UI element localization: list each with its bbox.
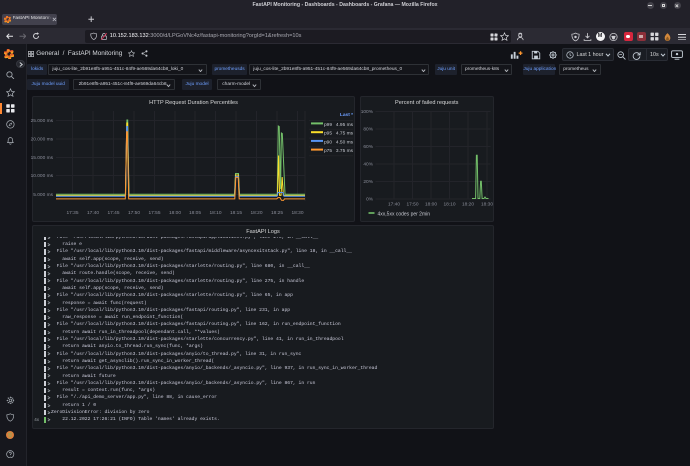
svg-text:60%: 60% [363,144,373,150]
svg-text:p75: p75 [324,148,332,154]
svg-text:15.000 ms: 15.000 ms [31,155,54,161]
svg-text:p95: p95 [324,131,332,137]
svg-text:Last *: Last * [340,112,353,118]
svg-text:3.75 ms: 3.75 ms [336,148,354,154]
svg-text:4.95 ms: 4.95 ms [336,122,354,128]
svg-text:4xx,5xx codes per 2min: 4xx,5xx codes per 2min [377,212,430,218]
svg-text:18:20: 18:20 [461,202,473,208]
svg-text:100%: 100% [361,109,374,115]
svg-text:4.75 ms: 4.75 ms [336,131,354,137]
svg-text:25.000 ms: 25.000 ms [31,118,54,124]
svg-text:17:40: 17:40 [87,210,99,216]
svg-text:18:10: 18:10 [443,202,455,208]
svg-text:17:40: 17:40 [387,202,399,208]
svg-text:18:15: 18:15 [230,210,242,216]
svg-text:17:55: 17:55 [148,210,160,216]
svg-text:5.000 ms: 5.000 ms [33,192,53,198]
svg-text:80%: 80% [363,127,373,133]
svg-text:18:25: 18:25 [271,210,283,216]
svg-text:18:10: 18:10 [209,210,221,216]
svg-text:20.000 ms: 20.000 ms [31,137,54,143]
svg-text:18:30: 18:30 [480,202,492,208]
svg-text:18:05: 18:05 [189,210,201,216]
svg-text:17:35: 17:35 [66,210,78,216]
svg-text:17:45: 17:45 [107,210,119,216]
svg-text:40%: 40% [363,162,373,168]
svg-text:p90: p90 [324,139,332,145]
svg-text:18:30: 18:30 [291,210,303,216]
svg-text:18:20: 18:20 [250,210,262,216]
svg-text:4.50 ms: 4.50 ms [336,139,354,145]
svg-text:p99: p99 [324,122,332,128]
svg-text:20%: 20% [363,179,373,185]
svg-text:10.000 ms: 10.000 ms [31,173,54,179]
svg-text:0%: 0% [366,197,374,203]
svg-text:17:50: 17:50 [406,202,418,208]
svg-text:18:00: 18:00 [169,210,181,216]
svg-text:17:50: 17:50 [128,210,140,216]
svg-text:18:00: 18:00 [424,202,436,208]
